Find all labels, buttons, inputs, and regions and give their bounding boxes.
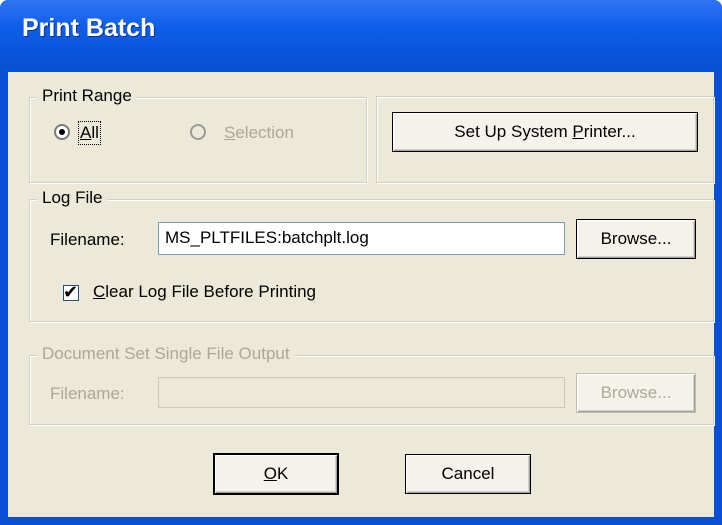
selection-radio[interactable] (190, 124, 206, 140)
clear-log-checkbox[interactable]: ✔ (63, 282, 79, 302)
document-set-legend: Document Set Single File Output (37, 344, 295, 364)
print-batch-dialog: Print Batch Print Range All Selection Se… (0, 0, 722, 525)
all-radio[interactable] (54, 124, 70, 140)
clear-mnemonic: C (93, 282, 106, 301)
window-title: Print Batch (22, 14, 156, 42)
clear-rest: lear Log File Before Printing (105, 282, 317, 301)
log-file-group: Log File (29, 188, 714, 322)
clear-log-label[interactable]: Clear Log File Before Printing (93, 282, 316, 302)
log-browse-button[interactable]: Browse... (576, 219, 696, 259)
print-range-legend: Print Range (37, 86, 137, 106)
ok-rest: K (276, 464, 289, 483)
check-icon: ✔ (63, 282, 79, 302)
selection-mnemonic: S (224, 123, 236, 142)
doc-filename-label: Filename: (50, 384, 125, 403)
doc-filename-input[interactable] (158, 377, 565, 408)
ok-button[interactable]: OK (213, 453, 339, 495)
all-rest: ll (91, 123, 99, 142)
log-filename-input[interactable]: MS_PLTFILES:batchplt.log (158, 222, 565, 255)
selection-rest: election (235, 123, 294, 142)
log-filename-label: Filename: (50, 230, 125, 249)
title-bar[interactable]: Print Batch (0, 0, 722, 78)
all-radio-label[interactable]: All (78, 121, 101, 145)
ok-mnemonic: O (263, 464, 277, 483)
dialog-body: Print Range All Selection Set Up System … (8, 72, 714, 517)
setup-printer-mnemonic: P (572, 122, 584, 141)
selection-radio-label[interactable]: Selection (224, 123, 294, 143)
all-mnemonic: A (80, 123, 92, 142)
all-radio-dot (59, 129, 65, 135)
window-bottom-border (0, 517, 722, 525)
doc-browse-button[interactable]: Browse... (576, 373, 696, 413)
setup-printer-prefix: Set Up System (454, 122, 573, 141)
cancel-button[interactable]: Cancel (405, 454, 531, 494)
log-file-legend: Log File (37, 188, 108, 208)
setup-printer-suffix: rinter... (583, 122, 636, 141)
set-up-system-printer-button[interactable]: Set Up System Printer... (392, 112, 698, 152)
